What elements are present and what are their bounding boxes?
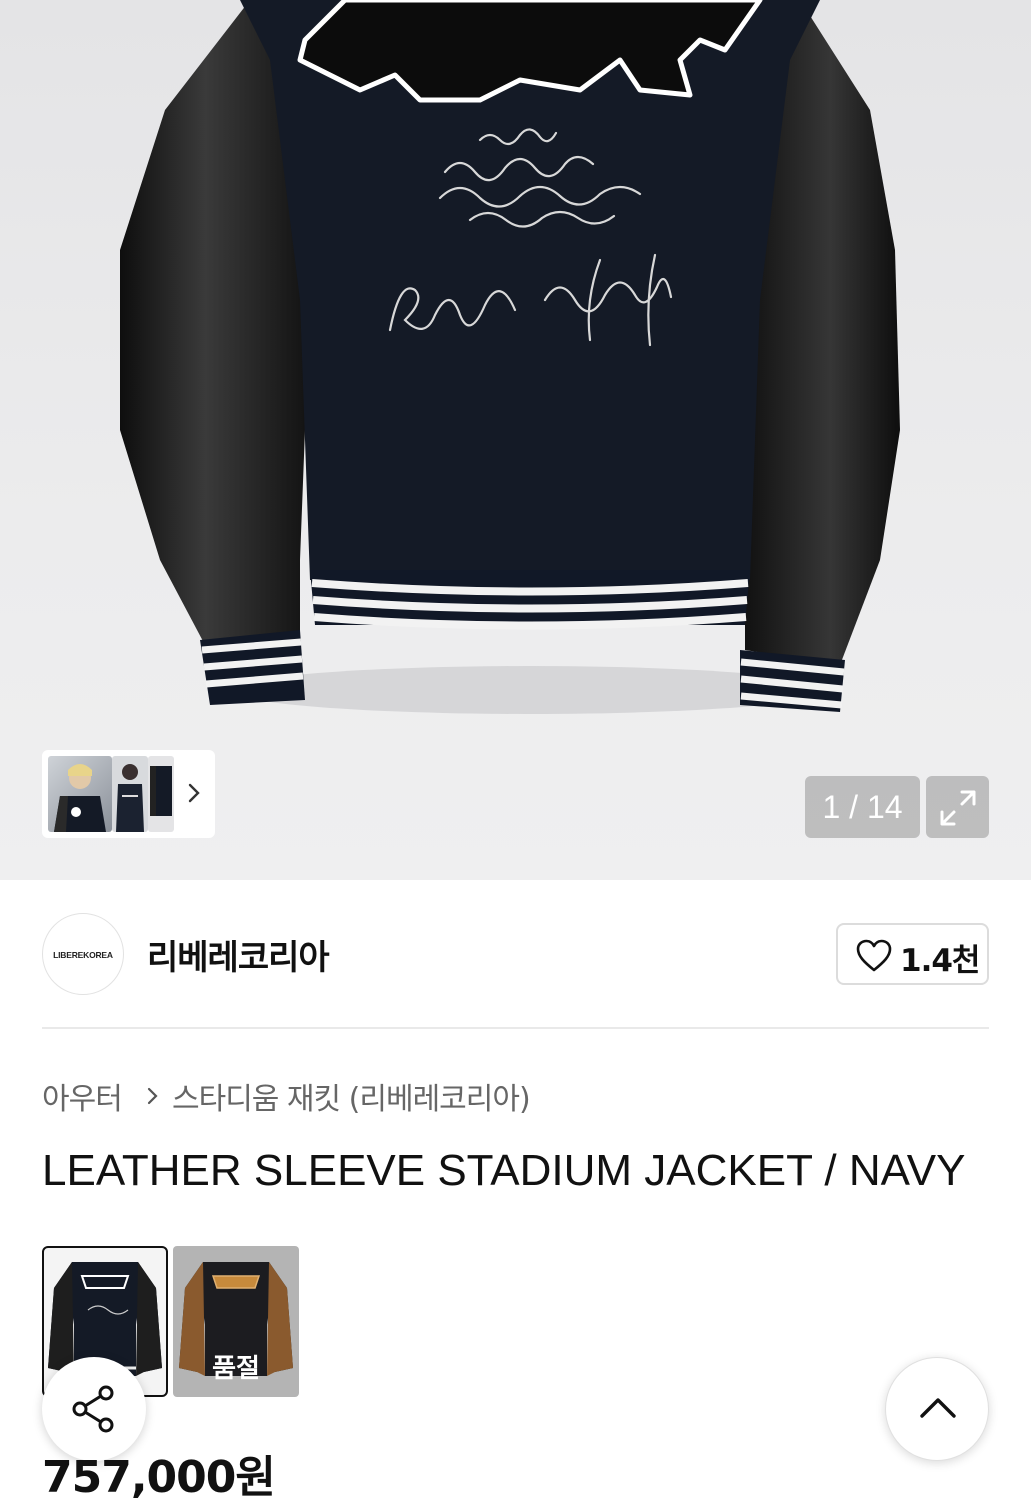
gallery-thumbnail[interactable] — [112, 756, 148, 832]
brand-logo[interactable]: LIBEREKOREA — [42, 913, 124, 995]
color-option-brown[interactable]: 품절 — [173, 1246, 299, 1397]
heart-icon — [856, 939, 892, 972]
like-button[interactable]: 1.4천 — [836, 923, 989, 985]
gallery-thumbnail[interactable] — [48, 756, 112, 832]
share-icon — [72, 1385, 114, 1433]
like-count: 1.4천 — [900, 943, 980, 979]
gallery-thumbnail-strip[interactable] — [42, 750, 215, 838]
product-title: LEATHER SLEEVE STADIUM JACKET / NAVY — [42, 1146, 966, 1195]
breadcrumb-category[interactable]: 아우터 — [42, 1074, 123, 1118]
breadcrumb-subcategory[interactable]: 스타디움 재킷 (리베레코리아) — [172, 1074, 531, 1118]
divider — [42, 1027, 989, 1029]
product-price: 757,000원 — [42, 1452, 276, 1500]
scroll-to-top-button[interactable] — [885, 1357, 989, 1461]
product-image-gallery[interactable]: 1 / 14 — [0, 0, 1031, 880]
expand-button[interactable] — [926, 776, 989, 838]
chevron-right-icon — [147, 1087, 158, 1105]
chevron-up-icon — [920, 1398, 956, 1418]
chevron-right-icon[interactable] — [183, 780, 205, 806]
brand-name[interactable]: 리베레코리아 — [147, 930, 330, 979]
expand-icon — [940, 790, 976, 826]
product-main-image — [120, 0, 900, 714]
image-counter: 1 / 14 — [805, 776, 920, 838]
sold-out-label: 품절 — [212, 1354, 260, 1384]
gallery-thumbnail[interactable] — [148, 756, 174, 832]
